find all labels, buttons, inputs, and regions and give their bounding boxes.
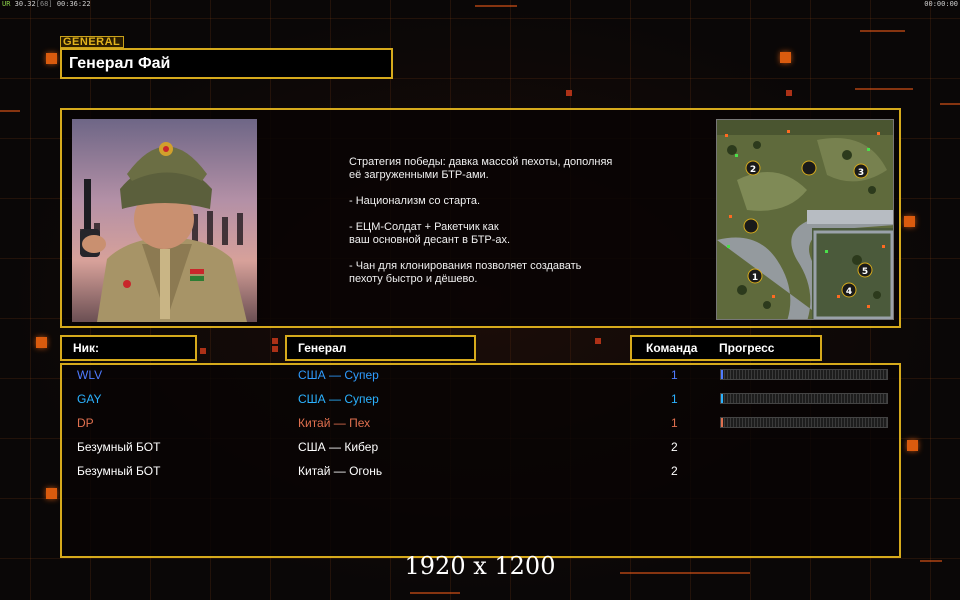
status-time-left: 00:36:22 [56,0,91,8]
player-team: 1 [671,416,678,430]
description-line: - ЕЦМ-Солдат + Ракетчик как ваш основной… [349,221,511,246]
player-progress-bar [720,369,888,380]
decor-dot [200,348,206,354]
status-value: 30.32 [14,0,36,8]
general-title-box: Генерал Фай [60,48,393,79]
header-team-progress: Команда Прогресс [630,335,822,361]
minimap[interactable]: 2 3 1 5 4 [716,119,894,320]
description-line: - Чан для клонирования позволяет создава… [349,260,582,285]
decor-dot [786,90,792,96]
progress-fill [721,394,724,403]
player-nick: Безумный БОТ [77,440,161,454]
player-team: 1 [671,392,678,406]
player-nick: WLV [77,368,103,382]
resolution-watermark: 1920 x 1200 [404,552,556,580]
minimap-position-5: 5 [862,267,868,277]
status-mid: [68] [35,0,53,8]
top-right-status: 00:00:00 [924,0,958,8]
general-portrait-image [72,119,257,322]
general-name: Генерал Фай [69,55,171,72]
header-general-label: Генерал [298,341,347,355]
header-general: Генерал [285,335,476,361]
player-team: 1 [671,368,678,382]
player-general: США — Кибер [298,440,379,454]
decor-line [860,30,905,32]
minimap-position-2: 2 [750,165,756,175]
player-general: Китай — Пех [298,416,371,430]
decor-square [46,53,57,64]
player-general: США — Супер [298,392,379,406]
strategy-description: Стратегия победы: давка массой пехоты, д… [349,156,649,299]
player-general: Китай — Огонь [298,464,383,478]
header-team-label: Команда [646,341,698,355]
decor-line [855,88,913,90]
header-nick: Ник: [60,335,197,361]
progress-fill [721,418,724,427]
description-line: - Национализм со старта. [349,195,481,207]
top-left-status: UR 30.32[68] 00:36:22 [2,0,91,8]
decor-dot [272,346,278,352]
player-team: 2 [671,464,678,478]
minimap-position-1: 1 [752,273,758,283]
minimap-image: 2 3 1 5 4 [717,120,893,319]
decor-line [475,5,517,7]
status-prefix: UR [2,0,11,8]
player-row: DP Китай — Пех 1 [62,413,899,433]
header-progress-label: Прогресс [719,341,775,355]
player-team: 2 [671,440,678,454]
general-portrait [72,119,257,322]
minimap-position-4: 4 [846,287,852,297]
decor-square [904,216,915,227]
decor-dot [595,338,601,344]
description-line: Стратегия победы: давка массой пехоты, д… [349,156,613,181]
player-general: США — Супер [298,368,379,382]
decor-square [780,52,791,63]
decor-line [940,103,960,105]
header-nick-label: Ник: [73,341,100,355]
general-tag: GENERAL [60,36,124,48]
decor-dot [566,90,572,96]
player-progress-bar [720,393,888,404]
minimap-position-3: 3 [858,168,864,178]
decor-square [46,488,57,499]
player-progress-bar [720,417,888,428]
player-roster: WLV США — Супер 1 GAY США — Супер 1 DP К… [60,363,901,558]
player-row: Безумный БОТ США — Кибер 2 [62,437,899,457]
player-row: WLV США — Супер 1 [62,365,899,385]
decor-dot [272,338,278,344]
player-nick: DP [77,416,94,430]
player-nick: Безумный БОТ [77,464,161,478]
decor-line [0,110,20,112]
decor-line [410,592,460,594]
decor-square [36,337,47,348]
general-info-panel: Стратегия победы: давка массой пехоты, д… [60,108,901,328]
player-nick: GAY [77,392,102,406]
player-row: Безумный БОТ Китай — Огонь 2 [62,461,899,481]
decor-square [907,440,918,451]
progress-fill [721,370,724,379]
player-row: GAY США — Супер 1 [62,389,899,409]
